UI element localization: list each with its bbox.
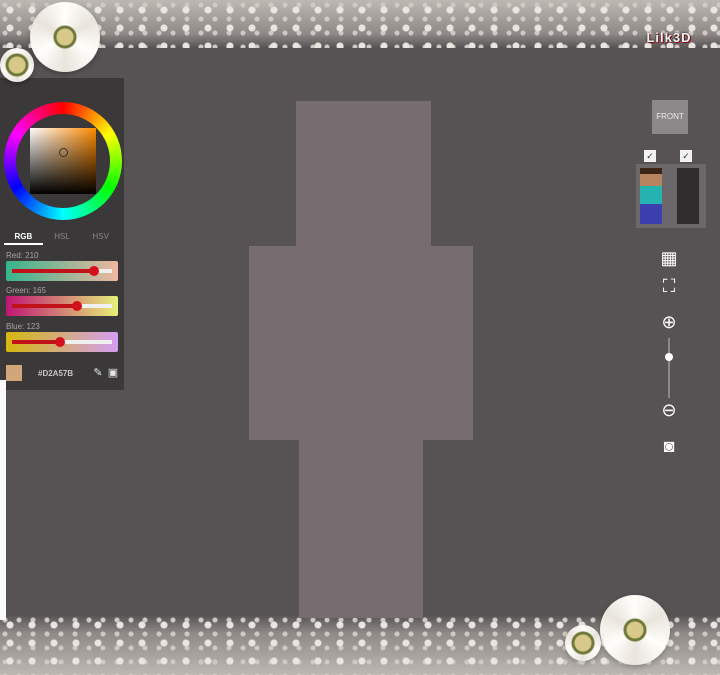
skin-head[interactable]: [296, 101, 431, 247]
blue-slider-thumb[interactable]: [55, 337, 66, 347]
green-slider[interactable]: [6, 296, 118, 316]
blue-slider-rest: [60, 340, 112, 344]
tab-rgb[interactable]: RGB: [4, 229, 43, 245]
panel-scrollbar[interactable]: [0, 380, 6, 620]
skin-legs[interactable]: [299, 438, 423, 618]
flower-decoration: [30, 2, 100, 72]
red-slider-thumb[interactable]: [89, 266, 100, 276]
front-view-button[interactable]: FRONT: [652, 100, 688, 134]
blue-slider[interactable]: [6, 332, 118, 352]
eyedropper-icon[interactable]: ✎: [91, 366, 105, 380]
overlay-layer-checkbox[interactable]: ✓: [680, 150, 692, 162]
blue-label: Blue: 123: [6, 322, 40, 331]
base-layer-preview[interactable]: [640, 168, 662, 224]
focus-icon[interactable]: ⛶: [658, 275, 680, 297]
tab-hsl[interactable]: HSL: [43, 229, 82, 245]
green-label: Green: 165: [6, 286, 47, 295]
skin-body-arms[interactable]: [249, 246, 473, 440]
color-mode-tabs: RGB HSL HSV: [4, 229, 120, 245]
red-label: Red: 210: [6, 251, 39, 260]
zoom-slider-thumb[interactable]: [665, 353, 673, 362]
flower-decoration: [600, 595, 670, 665]
hex-value[interactable]: #D2A57B: [38, 369, 73, 378]
palette-icon[interactable]: ▣: [106, 366, 120, 380]
zoom-slider[interactable]: [668, 338, 670, 398]
tab-hsv[interactable]: HSV: [81, 229, 120, 245]
green-slider-thumb[interactable]: [71, 301, 82, 311]
color-cursor[interactable]: [59, 148, 68, 157]
zoom-out-icon[interactable]: ⊖: [658, 399, 680, 421]
lace-border-top: [0, 0, 720, 48]
camera-icon[interactable]: ◙: [658, 435, 680, 457]
grid-icon[interactable]: ▦: [658, 247, 680, 269]
base-layer-checkbox[interactable]: ✓: [644, 150, 656, 162]
zoom-in-icon[interactable]: ⊕: [658, 311, 680, 333]
red-slider[interactable]: [6, 261, 118, 281]
flower-decoration: [565, 625, 601, 661]
current-color-swatch[interactable]: [6, 365, 22, 381]
red-slider-fill: [12, 269, 95, 273]
saturation-value-square[interactable]: [30, 128, 96, 194]
overlay-layer-preview[interactable]: [677, 168, 699, 224]
blue-slider-fill: [12, 340, 61, 344]
green-slider-fill: [12, 304, 77, 308]
green-slider-rest: [76, 304, 112, 308]
flower-decoration: [0, 48, 34, 82]
watermark-logo: Lilk3D: [646, 30, 692, 45]
